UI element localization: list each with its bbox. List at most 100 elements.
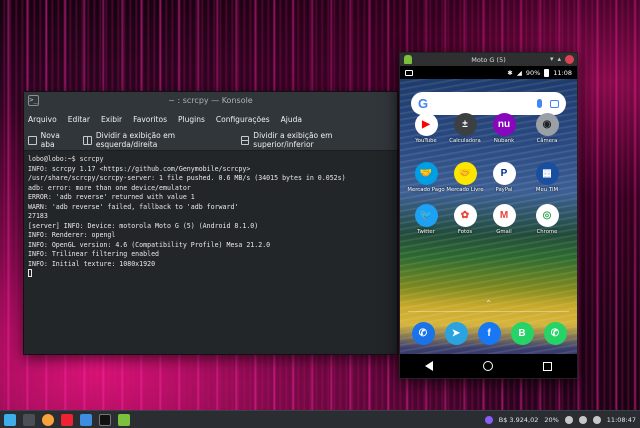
new-tab-icon (28, 135, 37, 145)
app-youtube[interactable]: ▶ YouTube (406, 113, 446, 144)
percent-indicator[interactable]: 20% (544, 416, 558, 424)
telegram-icon: ➤ (444, 322, 468, 345)
menu-favoritos[interactable]: Favoritos (133, 115, 167, 124)
app-label: Mercado Pago (407, 187, 445, 193)
app-paypal[interactable]: P PayPal (484, 162, 524, 193)
taskbar: B$ 3.924,02 20% 11:08:47 (0, 410, 640, 428)
fotos-icon: ✿ (453, 204, 477, 227)
konsole-titlebar[interactable]: >_ ~ : scrcpy — Konsole (24, 92, 397, 109)
google-search-bar[interactable]: G (411, 92, 566, 115)
app-drawer-handle[interactable] (472, 300, 506, 307)
close-icon[interactable] (565, 55, 574, 64)
bluetooth-icon: ✱ (507, 68, 513, 77)
phone-icon: ✆ (411, 322, 435, 345)
split-top-bottom-label: Dividir a exibição em superior/inferior (253, 131, 333, 149)
lens-icon[interactable] (550, 99, 559, 108)
menu-plugins[interactable]: Plugins (178, 115, 205, 124)
app-chrome[interactable]: ◎ Chrome (527, 204, 567, 235)
app-c-mera[interactable]: ◉ Câmera (527, 113, 567, 144)
terminal-cursor (28, 269, 32, 277)
app-label: Câmera (536, 138, 558, 144)
dock-divider (408, 311, 569, 312)
konsole-menubar: Arquivo Editar Exibir Favoritos Plugins … (24, 109, 397, 130)
app-gmail[interactable]: M Gmail (484, 204, 524, 235)
scrcpy-title: Moto G (5) (471, 55, 506, 64)
status-time: 11:08 (553, 68, 572, 77)
meu-tim-icon: ▦ (535, 162, 559, 185)
app-twitter[interactable]: 🐦 Twitter (406, 204, 446, 235)
scrcpy-window[interactable]: Moto G (5) ▾ ▴ ✱ ◢ 90% 11:08 G ▶ YouTube ±… (399, 52, 578, 379)
split-top-bottom-button[interactable]: Dividir a exibição em superior/inferior (240, 131, 388, 149)
terminal-line: lobo@lobo:~$ scrcpy (28, 155, 104, 163)
minimize-icon[interactable]: ▾ (550, 55, 554, 64)
app-label: Fotos (457, 229, 473, 235)
crypto-icon[interactable] (484, 415, 493, 424)
dock-whatsapp[interactable]: ✆ (540, 322, 570, 345)
new-tab-button[interactable]: Nova aba (28, 131, 74, 149)
task-icon[interactable] (61, 413, 73, 426)
mercado-livre-icon: 🤝 (453, 162, 477, 185)
paypal-icon: P (492, 162, 516, 185)
google-logo: G (418, 96, 429, 111)
battery-percent: 90% (525, 68, 541, 77)
terminal-line: WARN: 'adb reverse' failed, fallback to … (28, 202, 239, 211)
twitter-icon: 🐦 (414, 204, 438, 227)
back-icon[interactable] (425, 361, 433, 371)
app-mercado-pago[interactable]: 🤝 Mercado Pago (406, 162, 446, 193)
battery-icon (544, 68, 550, 77)
app-label: Calculadora (449, 138, 481, 144)
scrcpy-titlebar[interactable]: Moto G (5) ▾ ▴ (400, 53, 577, 66)
notifications-icon[interactable] (592, 415, 601, 424)
pager-icon[interactable] (23, 413, 35, 426)
menu-arquivo[interactable]: Arquivo (28, 115, 57, 124)
nubank-icon: nu (492, 113, 516, 136)
mercado-pago-icon: 🤝 (414, 162, 438, 185)
android-homescreen[interactable]: G ▶ YouTube ± Calculadora nu Nubank ◉ Câmera 🤝 Me… (400, 79, 577, 378)
konsole-title: ~ : scrcpy — Konsole (168, 96, 253, 105)
chrome-icon: ◎ (535, 204, 559, 227)
clock[interactable]: 11:08:47 (607, 416, 636, 424)
menu-editar[interactable]: Editar (68, 115, 90, 124)
firefox-icon[interactable] (42, 413, 54, 426)
konsole-window[interactable]: >_ ~ : scrcpy — Konsole Arquivo Editar E… (23, 91, 398, 355)
app-fotos[interactable]: ✿ Fotos (445, 204, 485, 235)
dock-telegram[interactable]: ➤ (441, 322, 471, 345)
dock-whatsapp-business[interactable]: B (507, 322, 537, 345)
mic-icon[interactable] (537, 99, 542, 108)
app-label: Twitter (417, 229, 435, 235)
home-icon[interactable] (483, 361, 493, 371)
terminal-line: INFO: OpenGL version: 4.6 (Compatibility… (28, 240, 271, 249)
system-tray: B$ 3.924,02 20% 11:08:47 (484, 415, 636, 424)
terminal-line: INFO: Initial texture: 1080x1920 (28, 259, 156, 268)
terminal-line: 27183 (28, 212, 48, 220)
split-left-right-button[interactable]: Dividir a exibição em esquerda/direita (83, 131, 231, 149)
app-label: Nubank (493, 138, 515, 144)
app-calculadora[interactable]: ± Calculadora (445, 113, 485, 144)
menu-exibir[interactable]: Exibir (101, 115, 122, 124)
menu-configuracoes[interactable]: Configurações (216, 115, 270, 124)
app-launcher-icon[interactable] (4, 413, 16, 426)
terminal-task-icon[interactable] (99, 413, 111, 426)
dock-facebook[interactable]: f (474, 322, 504, 345)
calculadora-icon: ± (453, 113, 477, 136)
terminal-icon: >_ (28, 95, 39, 106)
terminal-output[interactable]: lobo@lobo:~$ scrcpy INFO: scrcpy 1.17 <ht… (24, 152, 397, 354)
terminal-line: /usr/share/scrcpy/scrcpy-server: 1 file … (28, 174, 346, 182)
new-tab-label: Nova aba (40, 131, 60, 149)
app-meu-tim[interactable]: ▦ Meu TIM (527, 162, 567, 193)
whatsapp-icon: ✆ (543, 322, 567, 345)
dock-phone[interactable]: ✆ (408, 322, 438, 345)
folder-icon[interactable] (80, 413, 92, 426)
app-label: Mercado Livre (446, 187, 484, 193)
app-mercado-livre[interactable]: 🤝 Mercado Livre (445, 162, 485, 193)
recents-icon[interactable] (543, 361, 552, 371)
app-nubank[interactable]: nu Nubank (484, 113, 524, 144)
price-ticker[interactable]: B$ 3.924,02 (499, 416, 539, 424)
menu-ajuda[interactable]: Ajuda (281, 115, 302, 124)
scrcpy-task-icon[interactable] (118, 413, 130, 426)
screencast-icon (405, 69, 413, 76)
network-icon[interactable] (564, 415, 573, 424)
volume-icon[interactable] (578, 415, 587, 424)
maximize-icon[interactable]: ▴ (557, 55, 561, 64)
terminal-line: INFO: Trilinear filtering enabled (28, 250, 160, 258)
